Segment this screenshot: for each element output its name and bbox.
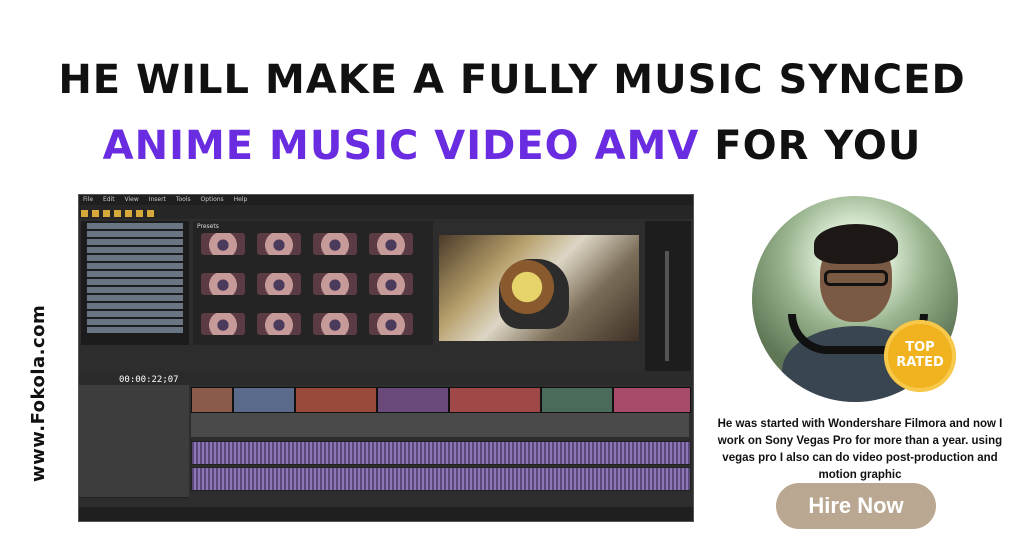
- status-bar: [79, 507, 693, 521]
- photo-glasses: [824, 270, 888, 286]
- presets-panel: Presets: [193, 221, 433, 345]
- bio-text: He was started with Wondershare Filmora …: [717, 418, 1003, 481]
- preset-thumb: [313, 233, 357, 255]
- video-preview: [439, 235, 639, 341]
- menu-item: Tools: [175, 196, 191, 203]
- menu-item: Edit: [102, 196, 115, 203]
- menu-item: Options: [200, 196, 224, 203]
- video-track: [191, 387, 691, 413]
- video-clip: [233, 387, 295, 413]
- headline-line-1: HE WILL MAKE A FULLY MUSIC SYNCED: [58, 57, 966, 103]
- video-clip: [613, 387, 691, 413]
- tree-item: [87, 287, 183, 293]
- preset-thumb: [313, 273, 357, 295]
- preset-thumb: [369, 273, 413, 295]
- tree-item: [87, 247, 183, 253]
- menu-item: Help: [233, 196, 248, 203]
- tree-item: [87, 223, 183, 229]
- badge-line-2: RATED: [896, 355, 944, 370]
- track-controls: [79, 385, 189, 498]
- anime-character-image: [499, 259, 569, 329]
- toolbar-icon: [92, 210, 99, 217]
- toolbar-icon: [103, 210, 110, 217]
- track-control: [79, 441, 189, 470]
- tree-item: [87, 271, 183, 277]
- tree-item: [87, 295, 183, 301]
- editor-menubar: File Edit View Insert Tools Options Help: [79, 195, 693, 205]
- track-control: [79, 413, 189, 442]
- audio-track: [191, 467, 691, 491]
- tree-item: [87, 303, 183, 309]
- preset-thumb: [369, 233, 413, 255]
- toolbar-icon: [114, 210, 121, 217]
- menu-item: Insert: [148, 196, 166, 203]
- tree-item: [87, 279, 183, 285]
- tree-item: [87, 231, 183, 237]
- headline-rest: FOR YOU: [699, 123, 922, 169]
- video-clip: [191, 387, 233, 413]
- toolbar-icon: [147, 210, 154, 217]
- video-clip: [295, 387, 377, 413]
- menu-item: File: [83, 196, 94, 203]
- tree-item: [87, 263, 183, 269]
- hire-now-button[interactable]: Hire Now: [776, 483, 936, 529]
- toolbar-icon: [81, 210, 88, 217]
- toolbar-icon: [125, 210, 132, 217]
- tree-item: [87, 255, 183, 261]
- video-clip: [541, 387, 613, 413]
- headline: HE WILL MAKE A FULLY MUSIC SYNCED ANIME …: [0, 56, 1024, 170]
- photo-hair: [814, 224, 898, 264]
- tree-item: [87, 311, 183, 317]
- preset-thumb: [201, 233, 245, 255]
- tree-item: [87, 239, 183, 245]
- website-url: www.Fokola.com: [28, 304, 49, 482]
- video-clip: [449, 387, 541, 413]
- video-clip: [377, 387, 449, 413]
- editor-toolbar: [79, 205, 693, 219]
- preset-thumb: [201, 273, 245, 295]
- top-rated-badge: TOP RATED: [884, 320, 956, 392]
- video-track-2: [191, 413, 689, 437]
- presets-title: Presets: [197, 223, 219, 230]
- preset-thumb: [369, 313, 413, 335]
- menu-item: View: [124, 196, 139, 203]
- audio-mixer: [645, 221, 691, 371]
- preset-thumb: [257, 313, 301, 335]
- video-editor-screenshot: File Edit View Insert Tools Options Help…: [78, 194, 694, 522]
- volume-fader: [665, 251, 669, 361]
- tree-item: [87, 319, 183, 325]
- preset-thumb: [313, 313, 357, 335]
- timecode-display: 00:00:22;07: [119, 375, 179, 385]
- track-control: [79, 469, 189, 498]
- preset-thumb: [201, 313, 245, 335]
- effects-tree-panel: [81, 221, 189, 345]
- track-control: [79, 385, 189, 414]
- preset-thumb: [257, 273, 301, 295]
- headline-line-2: ANIME MUSIC VIDEO AMV FOR YOU: [0, 122, 1024, 170]
- headline-highlight: ANIME MUSIC VIDEO AMV: [102, 123, 700, 169]
- tree-item: [87, 327, 183, 333]
- audio-track: [191, 441, 691, 465]
- preset-thumb: [257, 233, 301, 255]
- toolbar-icon: [136, 210, 143, 217]
- badge-line-1: TOP: [905, 340, 935, 355]
